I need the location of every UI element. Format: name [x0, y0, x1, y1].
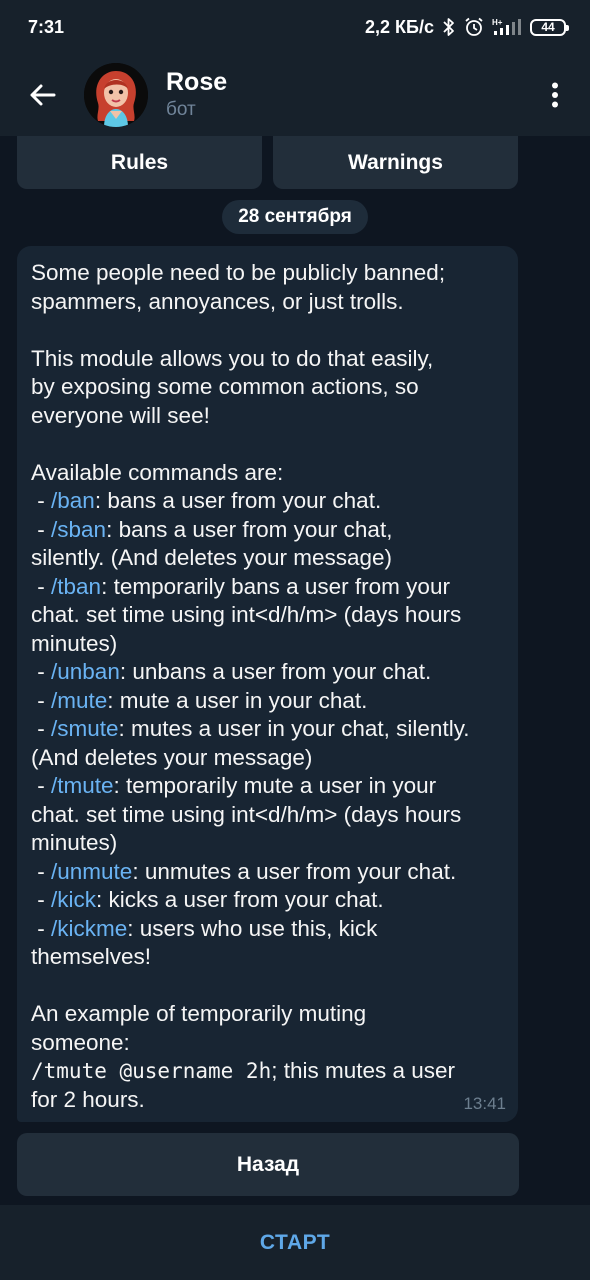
rose-avatar-image: [84, 63, 148, 127]
start-bar: СТАРТ: [0, 1205, 590, 1280]
command-link[interactable]: /sban: [51, 517, 106, 542]
battery-icon: 44: [530, 18, 569, 36]
command-link[interactable]: /smute: [51, 716, 119, 741]
alarm-icon: [465, 17, 483, 36]
chat-title: Rose: [166, 68, 228, 96]
command-link[interactable]: /ban: [51, 488, 95, 513]
arrow-left-icon: [30, 84, 56, 106]
bluetooth-icon: [443, 18, 454, 36]
more-menu-button[interactable]: [520, 54, 590, 136]
command-link[interactable]: /kickme: [51, 916, 127, 941]
inline-keyboard: Rules Warnings: [17, 136, 518, 189]
back-button[interactable]: [0, 54, 84, 136]
svg-text:H+: H+: [492, 18, 503, 27]
command-link[interactable]: /tmute: [51, 773, 114, 798]
chat-subtitle: бот: [166, 99, 196, 120]
message-time: 13:41: [463, 1094, 506, 1113]
signal-icon: H+: [492, 18, 521, 35]
status-icons: 2,2 КБ/с H+ 44: [365, 16, 569, 38]
chat-header: Rose бот: [0, 54, 590, 136]
command-link[interactable]: /kick: [51, 887, 96, 912]
status-time: 7:31: [28, 16, 65, 37]
command-link[interactable]: /unmute: [51, 859, 132, 884]
message-bubble[interactable]: Some people need to be publicly banned; …: [17, 246, 518, 1122]
command-link[interactable]: /unban: [51, 659, 120, 684]
command-link[interactable]: /tban: [51, 574, 101, 599]
message-text-segment: Some people need to be publicly banned; …: [31, 260, 446, 513]
status-bar: 7:31 2,2 КБ/с H+ 44: [0, 0, 590, 54]
message-text: Some people need to be publicly banned; …: [31, 259, 504, 1114]
more-vertical-icon: [552, 82, 558, 108]
back-keyboard-button[interactable]: Назад: [17, 1133, 519, 1196]
command-link[interactable]: /mute: [51, 688, 107, 713]
date-separator: 28 сентября: [222, 200, 368, 234]
warnings-button[interactable]: Warnings: [273, 136, 518, 189]
network-speed: 2,2 КБ/с: [365, 16, 434, 37]
start-button[interactable]: СТАРТ: [260, 1231, 330, 1255]
code-snippet[interactable]: /tmute @username 2h: [31, 1059, 271, 1083]
rules-button[interactable]: Rules: [17, 136, 262, 189]
chat-title-block[interactable]: Rose бот: [166, 67, 520, 123]
avatar[interactable]: [84, 63, 148, 127]
chat-area[interactable]: Rules Warnings 28 сентября Some people n…: [0, 136, 590, 1204]
